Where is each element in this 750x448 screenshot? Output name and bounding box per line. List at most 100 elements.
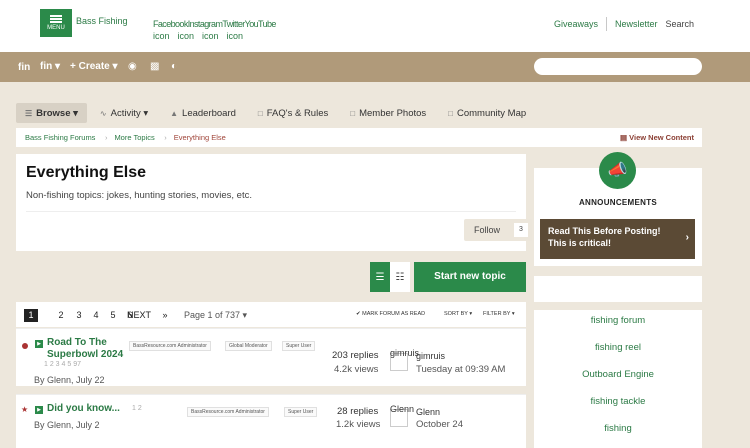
tab-faq-rules[interactable]: □ FAQ's & Rules <box>249 103 337 123</box>
instagram-icon[interactable]: icon <box>178 31 195 41</box>
next-page-link[interactable]: NEXT <box>127 309 151 322</box>
view-new-content-link[interactable]: ▤ View New Content <box>620 133 694 142</box>
tab-member-photos[interactable]: □ Member Photos <box>341 103 435 123</box>
tag-link[interactable]: fishing <box>534 423 702 434</box>
list-view-icon[interactable]: ☰ <box>370 262 390 292</box>
start-new-topic-button[interactable]: Start new topic <box>414 262 526 292</box>
section-tabs: ☰ Browse ▾ ∿ Activity ▾ ▲ Leaderboard □ … <box>16 103 539 123</box>
page-link[interactable]: 3 <box>72 309 86 322</box>
author-badge: BassResource.com Administrator <box>129 341 211 351</box>
tab-community-map[interactable]: □ Community Map <box>439 103 535 123</box>
youtube-icon[interactable]: icon <box>227 31 244 41</box>
topic-page-links[interactable]: 1 2 3 4 5 97 <box>44 361 81 368</box>
last-poster-link[interactable]: gimruis <box>416 351 445 361</box>
sort-by-dropdown[interactable]: SORT BY ▾ <box>444 311 472 317</box>
chat-icon[interactable]: ▩ <box>150 61 159 72</box>
unread-dot-icon <box>22 343 28 349</box>
document-icon: □ <box>448 108 453 118</box>
star-icon: ★ <box>21 405 29 414</box>
activity-icon: ∿ <box>99 108 107 118</box>
tab-label: Activity ▾ <box>110 107 149 119</box>
grid-view-icon[interactable]: ☷ <box>390 262 410 292</box>
topic-row[interactable]: ★ ▶ Did you know... 1 2 BassResource.com… <box>16 394 526 448</box>
avatar-alt-text: gimruis <box>390 348 420 358</box>
community-navbar: fin fin ▾ + Create ▾ ◉ ▩ ◐ <box>0 52 750 82</box>
social-links: FacebookInstagramTwitterYouTube icon ico… <box>153 19 276 45</box>
breadcrumb-item[interactable]: Bass Fishing Forums <box>16 133 108 142</box>
tab-label: Community Map <box>457 107 527 119</box>
last-page-link[interactable]: » <box>158 309 172 322</box>
follow-button[interactable]: Follow 3 <box>464 219 532 241</box>
view-new-content-label: View New Content <box>629 133 694 142</box>
last-poster-link[interactable]: Glenn <box>416 407 440 417</box>
tab-activity[interactable]: ∿ Activity ▾ <box>91 103 157 123</box>
announcement-item[interactable]: Read This Before Posting! This is critic… <box>540 219 695 259</box>
topic-page-links[interactable]: 1 2 <box>132 405 142 412</box>
page-link[interactable]: 4 <box>89 309 103 322</box>
follower-count: 3 <box>514 223 528 237</box>
tab-label: Leaderboard <box>182 107 236 119</box>
last-post-date[interactable]: October 24 <box>416 419 463 430</box>
document-icon: □ <box>257 108 263 118</box>
filter-by-dropdown[interactable]: FILTER BY ▾ <box>483 311 515 317</box>
trophy-icon: ▲ <box>170 108 179 118</box>
page-link[interactable]: 5 <box>106 309 120 322</box>
mark-forum-read-button[interactable]: ✔ MARK FORUM AS READ <box>356 311 425 317</box>
tag-link[interactable]: fishing tackle <box>534 396 702 407</box>
tag-link[interactable]: Outboard Engine <box>534 369 702 380</box>
top-links: Giveaways Newsletter Search <box>554 17 694 31</box>
sidebar-widget <box>534 276 702 302</box>
facebook-icon[interactable]: icon <box>153 31 170 41</box>
site-brand[interactable]: Bass Fishing <box>76 16 128 26</box>
fin-logo[interactable]: fin <box>18 62 30 73</box>
announcements-title: ANNOUNCEMENTS <box>578 198 658 207</box>
announcement-text: This is critical! <box>548 238 612 248</box>
follow-label: Follow <box>474 225 501 235</box>
document-icon: □ <box>350 108 356 118</box>
globe-icon[interactable]: ◉ <box>128 61 137 72</box>
search-link[interactable]: Search <box>665 19 694 29</box>
topic-title-link[interactable]: Did you know... <box>47 403 120 415</box>
author-badge: Super User <box>282 341 316 351</box>
topic-title-line: Road To The <box>47 337 107 348</box>
divider <box>605 17 607 31</box>
avatar-alt-text: Glenn <box>390 404 415 414</box>
giveaways-link[interactable]: Giveaways <box>554 19 598 29</box>
create-button[interactable]: + Create ▾ <box>70 61 118 72</box>
forum-description: Non-fishing topics: jokes, hunting stori… <box>26 190 252 201</box>
page-jump-dropdown[interactable]: Page 1 of 737 ▾ <box>184 310 247 321</box>
social-link-names[interactable]: FacebookInstagramTwitterYouTube <box>153 19 276 29</box>
tag-link[interactable]: fishing reel <box>534 342 702 353</box>
page-link-current[interactable]: 1 <box>24 309 38 322</box>
newsletter-link[interactable]: Newsletter <box>615 19 658 29</box>
breadcrumb-item-current[interactable]: Everything Else <box>165 133 236 142</box>
breadcrumb-item[interactable]: More Topics <box>105 133 167 142</box>
toggle-icon[interactable]: ◐ <box>171 61 177 72</box>
list-icon: ☰ <box>25 108 33 118</box>
tab-browse[interactable]: ☰ Browse ▾ <box>16 103 87 123</box>
tag-link[interactable]: fishing forum <box>534 315 702 326</box>
topic-flag-icon: ▶ <box>35 340 43 348</box>
author-badge: Global Moderator <box>225 341 272 351</box>
twitter-icon[interactable]: icon <box>202 31 219 41</box>
forum-header: Everything Else Non-fishing topics: joke… <box>16 154 532 251</box>
last-post-date[interactable]: Tuesday at 09:39 AM <box>416 364 505 375</box>
reply-count: 203 replies <box>332 350 379 361</box>
menu-label: MENU <box>47 25 65 31</box>
fin-menu-button[interactable]: fin ▾ <box>40 61 60 72</box>
topic-row[interactable]: ▶ Road To The Superbowl 2024 BassResourc… <box>16 328 526 386</box>
reply-count: 28 replies <box>337 406 379 417</box>
menu-button[interactable]: MENU <box>40 9 72 37</box>
page-title: Everything Else <box>26 164 147 181</box>
topic-title-link[interactable]: Road To The Superbowl 2024 <box>47 337 123 361</box>
site-header: MENU Bass Fishing FacebookInstagramTwitt… <box>0 0 750 52</box>
topic-author-date: By Glenn, July 2 <box>34 420 100 430</box>
tab-leaderboard[interactable]: ▲ Leaderboard <box>161 103 245 123</box>
chevron-right-icon: › <box>685 232 689 243</box>
topic-author-date: By Glenn, July 22 <box>34 375 105 385</box>
hamburger-icon <box>50 15 62 23</box>
search-input[interactable] <box>534 58 702 75</box>
breadcrumb: Bass Fishing Forums More Topics Everythi… <box>16 128 702 147</box>
page-link[interactable]: 2 <box>54 309 68 322</box>
announcement-text: Read This Before Posting! <box>548 226 661 236</box>
